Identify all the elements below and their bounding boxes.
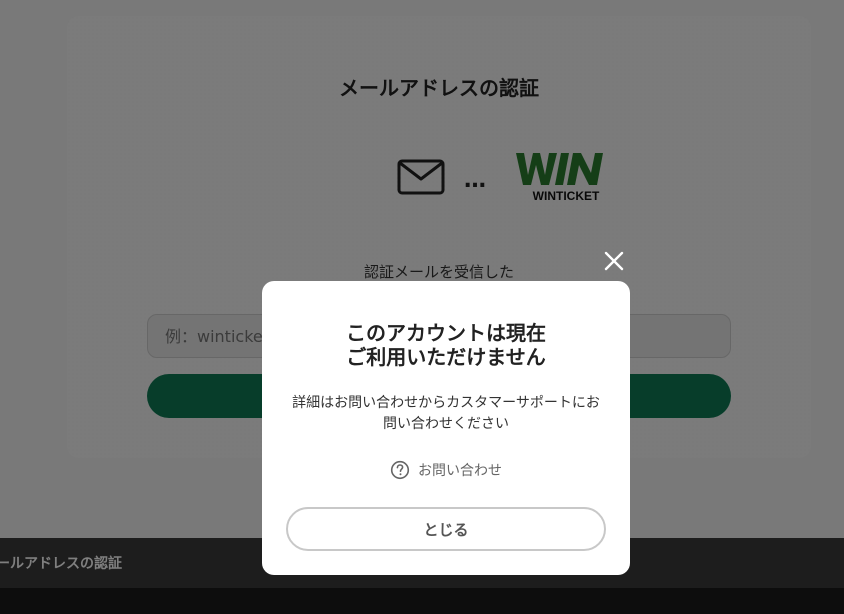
dialog-title-line-1: このアカウントは現在 xyxy=(346,321,546,345)
contact-link-label: お問い合わせ xyxy=(418,463,502,479)
dialog-title: このアカウントは現在 ご利用いただけません xyxy=(262,321,630,369)
dialog-title-line-2: ご利用いただけません xyxy=(346,345,546,369)
contact-link[interactable]: お問い合わせ xyxy=(262,460,630,480)
question-circle-icon xyxy=(390,460,410,480)
close-button[interactable]: とじる xyxy=(286,507,606,551)
dialog-body: 詳細はお問い合わせからカスタマーサポートにお問い合わせください xyxy=(292,395,600,432)
close-icon[interactable] xyxy=(601,248,627,274)
account-unavailable-dialog: このアカウントは現在 ご利用いただけません 詳細はお問い合わせからカスタマーサポ… xyxy=(262,281,630,575)
